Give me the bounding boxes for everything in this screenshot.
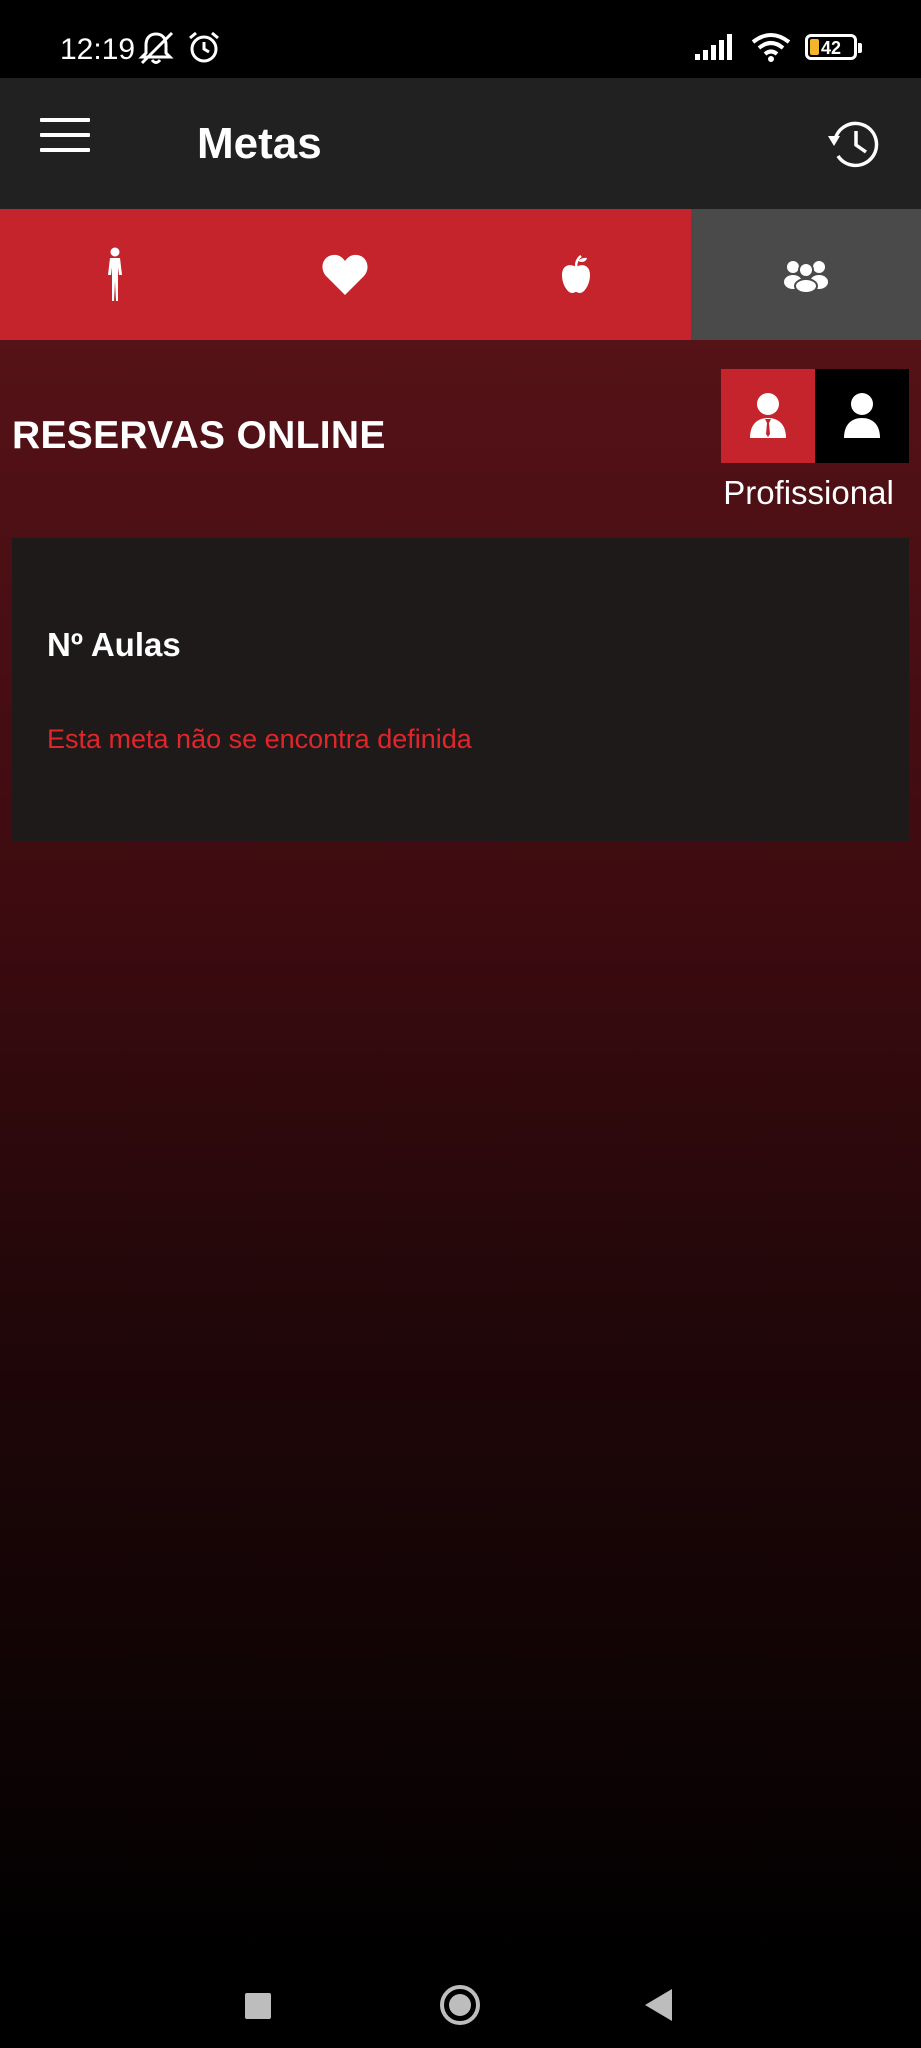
status-icons-left: [136, 30, 222, 66]
back-button[interactable]: [645, 1989, 672, 2021]
system-nav-bar: [0, 1940, 921, 2048]
home-button[interactable]: [440, 1985, 480, 2025]
bell-off-icon: [138, 31, 174, 65]
history-button[interactable]: [825, 114, 885, 174]
menu-icon-line: [40, 133, 90, 137]
goal-title: Nº Aulas: [47, 626, 181, 663]
menu-icon-line: [40, 148, 90, 152]
professional-role-button[interactable]: [721, 369, 815, 463]
battery-level: 42: [820, 38, 842, 58]
status-time: 12:19: [60, 33, 136, 66]
history-icon: [828, 121, 879, 168]
tab-health[interactable]: [230, 209, 461, 340]
goal-card[interactable]: Nº Aulas Esta meta não se encontra defin…: [12, 538, 909, 841]
category-tabs: [0, 209, 921, 340]
user-role-button[interactable]: [815, 369, 909, 463]
section-title: RESERVAS ONLINE: [12, 414, 386, 457]
role-toggle: [721, 369, 909, 463]
tab-group-classes[interactable]: [690, 209, 921, 340]
group-icon: [783, 260, 828, 292]
page-title: Metas: [197, 119, 322, 168]
user-icon: [844, 393, 880, 438]
role-label: Profissional: [723, 474, 894, 511]
apple-icon: [561, 254, 590, 293]
heart-icon: [322, 254, 368, 295]
tab-body[interactable]: [0, 209, 231, 340]
recent-apps-button[interactable]: [245, 1993, 271, 2019]
wifi-icon: [751, 33, 791, 62]
app-screen: 12:19 42 Metas RESERVAS ONLINE Profissio…: [0, 0, 921, 2048]
battery-icon: 42: [805, 34, 862, 60]
signal-icon: [695, 34, 732, 60]
body-icon: [108, 247, 123, 301]
menu-button[interactable]: [40, 118, 90, 168]
menu-icon-line: [40, 118, 90, 122]
tab-nutrition[interactable]: [460, 209, 691, 340]
goal-status-message: Esta meta não se encontra definida: [47, 724, 472, 754]
status-bar: 12:19 42: [0, 0, 921, 78]
app-bar: Metas: [0, 78, 921, 209]
professional-icon: [750, 393, 786, 438]
status-icons-right: 42: [695, 32, 862, 62]
alarm-icon: [189, 31, 219, 63]
